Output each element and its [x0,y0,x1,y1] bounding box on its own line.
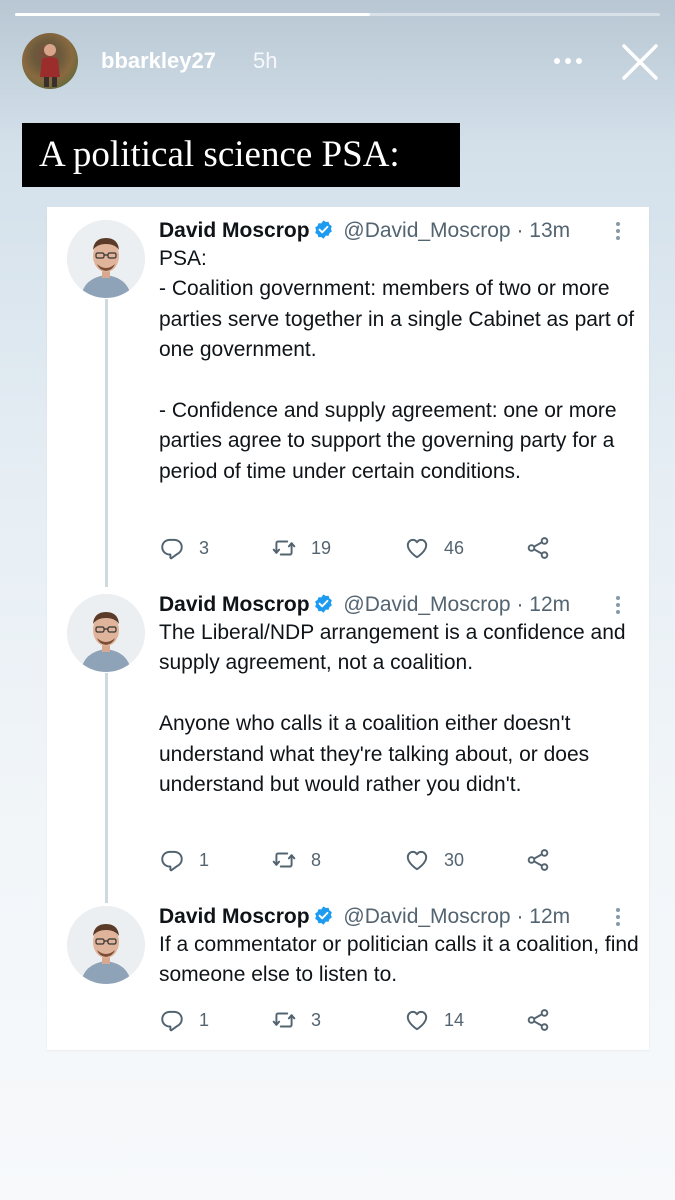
author-name[interactable]: David Moscrop [159,905,310,928]
tweet-actions: 1 3 14 [159,1006,619,1034]
like-button[interactable]: 30 [404,846,464,874]
reply-count: 1 [199,1009,210,1030]
verified-badge-icon [313,593,334,614]
avatar[interactable] [67,220,145,298]
tweet-actions: 3 19 46 [159,534,619,562]
reply-button[interactable]: 1 [159,846,209,874]
author-name[interactable]: David Moscrop [159,593,310,616]
reply-button[interactable]: 1 [159,1006,209,1034]
tweet-thread-card: David Moscrop @David_Moscrop · 13m PSA: … [47,207,649,1050]
tweet-actions: 1 8 30 [159,846,619,874]
share-icon [527,849,549,871]
reply-button[interactable]: 3 [159,534,209,562]
tweet-timestamp[interactable]: 12m [529,905,570,928]
story-avatar-image [40,44,60,87]
separator-dot: · [516,905,524,928]
retweet-count: 3 [311,1009,322,1030]
reply-icon [161,850,183,872]
tweet-header: David Moscrop @David_Moscrop · 13m [159,217,570,245]
avatar[interactable] [67,594,145,672]
retweet-count: 19 [311,537,332,558]
more-vertical-icon[interactable] [612,906,624,928]
more-horizontal-icon[interactable] [551,47,585,75]
verified-badge-icon [313,219,334,240]
story-text-banner: A political science PSA: [22,123,460,187]
retweet-count: 8 [311,849,322,870]
retweet-button[interactable]: 19 [271,534,331,562]
separator-dot: · [516,593,524,616]
share-icon [527,537,549,559]
tweet-text: If a commentator or politician calls it … [159,933,639,987]
tweet-timestamp[interactable]: 12m [529,593,570,616]
author-handle[interactable]: @David_Moscrop [343,219,510,242]
thread-connector-line [105,299,108,587]
thread-connector-line [105,673,108,903]
separator-dot: · [516,219,524,242]
verified-badge-icon [313,905,334,926]
more-vertical-icon[interactable] [612,594,624,616]
author-handle[interactable]: @David_Moscrop [343,593,510,616]
story-timestamp: 5h [253,48,278,73]
retweet-button[interactable]: 8 [271,846,321,874]
reply-icon [161,538,183,560]
share-icon [527,1009,549,1031]
story-username[interactable]: bbarkley27 [101,48,216,74]
avatar[interactable] [67,906,145,984]
share-button[interactable] [525,534,551,562]
retweet-icon [272,852,296,868]
like-button[interactable]: 14 [404,1006,464,1034]
like-count: 14 [444,1009,465,1030]
tweet-header: David Moscrop @David_Moscrop · 12m [159,903,570,931]
retweet-button[interactable]: 3 [271,1006,321,1034]
reply-count: 1 [199,849,210,870]
like-count: 30 [444,849,465,870]
retweet-icon [272,540,296,556]
heart-icon [406,850,428,871]
author-name[interactable]: David Moscrop [159,219,310,242]
story-avatar[interactable] [22,33,78,89]
close-icon[interactable] [620,42,660,82]
author-handle[interactable]: @David_Moscrop [343,905,510,928]
heart-icon [406,1010,428,1031]
more-vertical-icon[interactable] [612,220,624,242]
like-button[interactable]: 46 [404,534,464,562]
share-button[interactable] [525,1006,551,1034]
tweet-header: David Moscrop @David_Moscrop · 12m [159,591,570,619]
retweet-icon [272,1012,296,1028]
tweet-text: The Liberal/NDP arrangement is a confide… [159,621,626,797]
share-button[interactable] [525,846,551,874]
reply-icon [161,1010,183,1032]
tweet-timestamp[interactable]: 13m [529,219,570,242]
heart-icon [406,538,428,559]
story-header: bbarkley27 5h [0,0,675,100]
like-count: 46 [444,537,465,558]
tweet-text: PSA: - Coalition government: members of … [159,247,635,483]
reply-count: 3 [199,537,210,558]
